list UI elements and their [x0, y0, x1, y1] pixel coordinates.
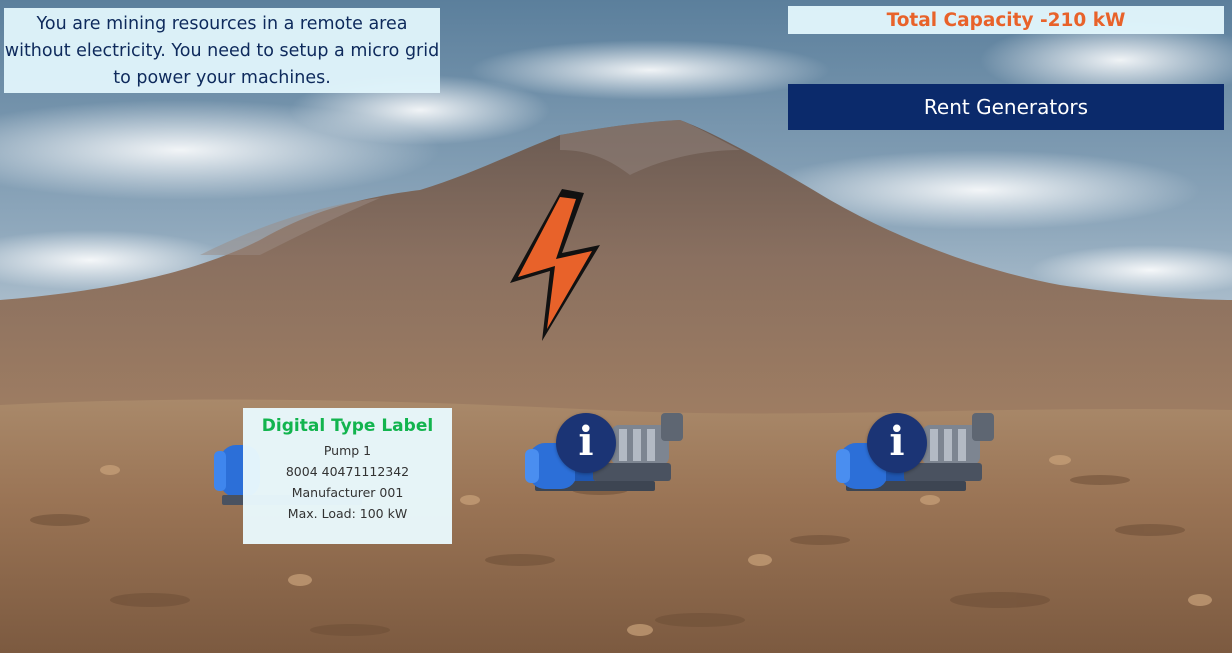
pump-3-info-icon[interactable]: i: [867, 413, 927, 473]
rent-generators-button[interactable]: Rent Generators: [788, 84, 1224, 130]
type-label-serial: 8004 40471112342: [285, 464, 410, 479]
type-label-max-load: Max. Load: 100 kW: [287, 506, 408, 521]
type-label-pump-name: Pump 1: [323, 443, 372, 458]
total-capacity-display: Total Capacity -210 kW: [788, 6, 1224, 34]
info-glyph: i: [578, 418, 594, 465]
type-label-title: Digital Type Label: [261, 416, 434, 436]
lightning-bolt-icon: [510, 189, 600, 341]
digital-type-label-panel: Digital Type Label Pump 1 8004 404711123…: [243, 408, 452, 544]
pump-2-info-icon[interactable]: i: [556, 413, 616, 473]
intro-text: You are mining resources in a remote are…: [4, 8, 440, 93]
type-label-manufacturer: Manufacturer 001: [291, 485, 404, 500]
info-glyph: i: [889, 418, 905, 465]
